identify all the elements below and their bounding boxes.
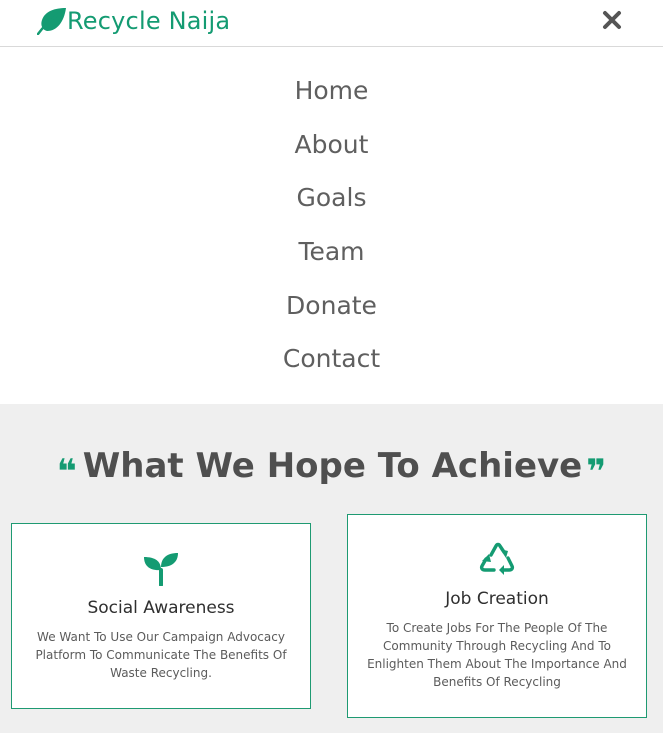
card-description: We Want To Use Our Campaign Advocacy Pla… [35,630,287,680]
leaf-icon [37,8,66,35]
nav-contact[interactable]: Contact [0,342,663,376]
nav-donate[interactable]: Donate [0,289,663,323]
card-icon-wrap [348,541,646,579]
card-icon-wrap [12,552,310,586]
section-heading: ❝ What We Hope To Achieve ❞ [0,444,663,494]
goals-section: ❝ What We Hope To Achieve ❞ Social Awarene… [0,404,663,733]
quote-close-icon: ❞ [586,452,607,492]
card-title: Job Creation [445,589,549,609]
recycle-icon [479,542,515,575]
close-menu-button[interactable] [601,9,623,31]
top-header: Recycle Naija [0,0,663,47]
card-description: To Create Jobs For The People Of The Com… [367,621,627,689]
nav-home[interactable]: Home [0,74,663,108]
sprout-icon [144,553,178,586]
quote-open-icon: ❝ [56,452,77,492]
brand-logo[interactable]: Recycle Naija [37,5,230,37]
goal-card-job-creation: Job Creation To Create Jobs For The Peop… [347,514,647,718]
brand-name: Recycle Naija [67,7,231,35]
nav-team[interactable]: Team [0,235,663,269]
section-title-text: What We Hope To Achieve [82,446,583,486]
goal-card-social-awareness: Social Awareness We Want To Use Our Camp… [11,523,311,709]
card-title: Social Awareness [87,598,235,618]
close-icon [603,11,621,29]
nav-goals[interactable]: Goals [0,181,663,215]
nav-about[interactable]: About [0,128,663,162]
mobile-nav-menu: Home About Goals Team Donate Contact [0,47,663,404]
